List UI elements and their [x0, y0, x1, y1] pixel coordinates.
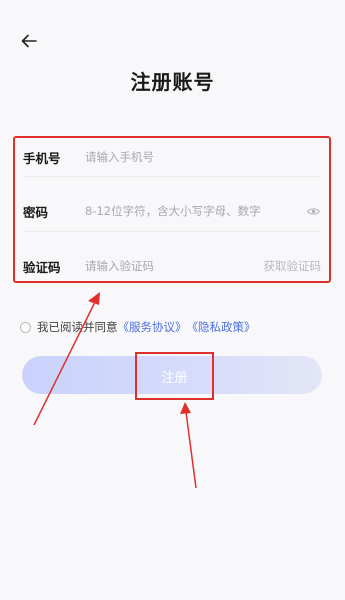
agreement-text: 我已阅读并同意: [37, 320, 118, 334]
service-agreement-link[interactable]: 《服务协议》: [118, 319, 187, 335]
register-button-label[interactable]: 注册: [135, 352, 214, 400]
divider: [23, 231, 321, 232]
annotation-arrow-button: [185, 411, 197, 489]
password-row: 密码: [23, 194, 321, 228]
back-button[interactable]: [18, 30, 40, 52]
agreement-radio[interactable]: [20, 321, 31, 333]
eye-icon[interactable]: [305, 203, 321, 219]
password-label: 密码: [23, 204, 49, 220]
password-input[interactable]: [85, 204, 305, 218]
annotation-arrowhead-button: [180, 402, 191, 414]
phone-row: 手机号: [23, 140, 321, 174]
divider: [23, 176, 321, 177]
agreement-row: 我已阅读并同意 《服务协议》 《隐私政策》: [20, 319, 256, 335]
phone-input[interactable]: [85, 150, 321, 164]
page-title: 注册账号: [130, 70, 215, 94]
get-code-button[interactable]: 获取验证码: [264, 258, 322, 274]
code-label: 验证码: [23, 259, 61, 275]
privacy-policy-link[interactable]: 《隐私政策》: [187, 319, 256, 335]
arrow-left-icon: [21, 34, 37, 48]
code-row: 验证码 获取验证码: [23, 249, 321, 283]
registration-form: 手机号 密码 验证码 获取验证码: [13, 136, 331, 283]
annotation-arrowhead-form: [88, 292, 100, 305]
code-input[interactable]: [85, 259, 264, 273]
phone-label: 手机号: [23, 150, 61, 166]
